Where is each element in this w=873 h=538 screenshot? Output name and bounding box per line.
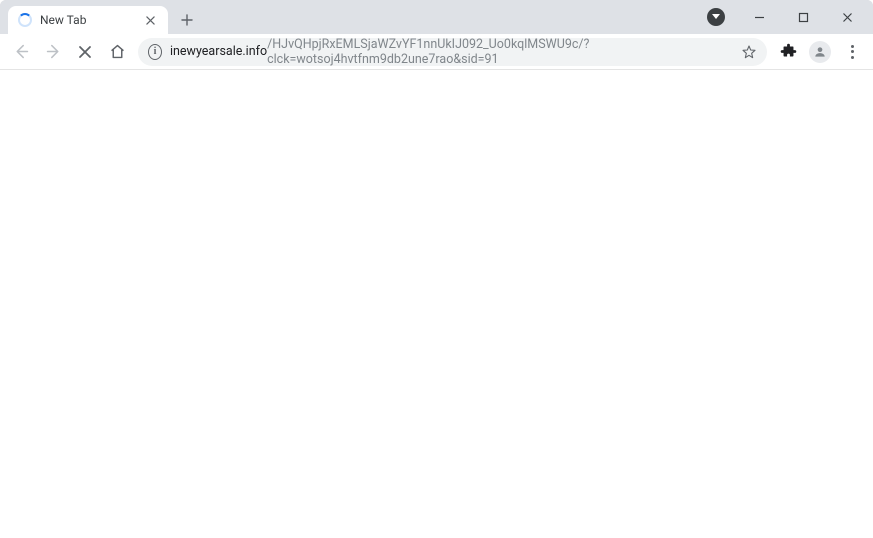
new-tab-button[interactable] bbox=[174, 7, 200, 33]
star-icon bbox=[741, 44, 757, 60]
extensions-button[interactable] bbox=[773, 37, 803, 67]
title-bar: New Tab bbox=[0, 0, 873, 34]
minimize-button[interactable] bbox=[737, 2, 781, 32]
forward-button[interactable] bbox=[38, 37, 68, 67]
url-host: inewyearsale.info bbox=[170, 44, 267, 59]
tab-strip: New Tab bbox=[0, 0, 707, 34]
url-path: /HJvQHpjRxEMLSjaWZvYF1nnUkIJ092_Uo0kqlMS… bbox=[267, 37, 741, 67]
close-icon bbox=[146, 16, 155, 25]
share-button[interactable] bbox=[707, 8, 725, 26]
home-icon bbox=[109, 43, 126, 60]
window-controls bbox=[707, 0, 873, 34]
maximize-icon bbox=[798, 12, 809, 23]
maximize-button[interactable] bbox=[781, 2, 825, 32]
close-tab-button[interactable] bbox=[142, 12, 158, 28]
close-icon bbox=[78, 45, 92, 59]
bookmark-button[interactable] bbox=[741, 44, 757, 60]
menu-button[interactable] bbox=[837, 37, 867, 67]
arrow-right-icon bbox=[45, 43, 62, 60]
loading-spinner-icon bbox=[18, 13, 32, 27]
caret-down-icon bbox=[712, 14, 720, 20]
kebab-menu-icon bbox=[851, 45, 854, 59]
page-content bbox=[0, 70, 873, 538]
puzzle-icon bbox=[780, 43, 797, 60]
stop-button[interactable] bbox=[70, 37, 100, 67]
minimize-icon bbox=[754, 12, 765, 23]
tab-title: New Tab bbox=[40, 13, 142, 27]
address-bar[interactable]: i inewyearsale.info/HJvQHpjRxEMLSjaWZvYF… bbox=[138, 38, 767, 66]
arrow-left-icon bbox=[13, 43, 30, 60]
window-close-button[interactable] bbox=[825, 2, 869, 32]
plus-icon bbox=[181, 14, 193, 26]
back-button[interactable] bbox=[6, 37, 36, 67]
avatar-icon bbox=[809, 41, 831, 63]
toolbar: i inewyearsale.info/HJvQHpjRxEMLSjaWZvYF… bbox=[0, 34, 873, 70]
home-button[interactable] bbox=[102, 37, 132, 67]
close-icon bbox=[842, 12, 853, 23]
profile-button[interactable] bbox=[805, 37, 835, 67]
site-info-icon[interactable]: i bbox=[148, 44, 162, 60]
browser-tab[interactable]: New Tab bbox=[8, 6, 168, 34]
